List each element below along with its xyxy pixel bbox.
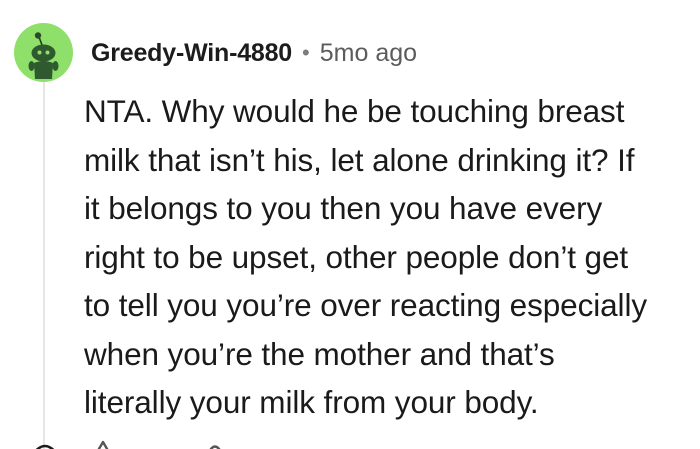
comment-line: literally your milk from your body. — [84, 384, 539, 420]
comment-line: to tell you you’re over reacting especia… — [84, 287, 647, 323]
downvote-icon[interactable] — [200, 440, 230, 449]
comment-line: when you’re the mother and that’s — [84, 335, 555, 372]
timestamp: 5mo ago — [319, 38, 418, 67]
comment-action-bar — [0, 436, 700, 449]
username-link[interactable]: Greedy-Win-4880 — [91, 39, 292, 68]
comment-line: right to be upset, other people don’t ge… — [84, 238, 629, 275]
meta-separator: • — [302, 40, 310, 65]
comment-meta: Greedy-Win-4880 • 5mo ago — [91, 36, 417, 70]
comment-line: NTA. Why would he be touching breast — [84, 93, 625, 129]
comment-line: milk that isn’t his, let alone drinking … — [84, 141, 635, 178]
thread-line[interactable] — [43, 82, 45, 449]
comment-body: NTA. Why would he be touching breast mil… — [84, 87, 696, 427]
collapse-icon[interactable] — [30, 440, 60, 449]
snoo-avatar-icon — [28, 32, 59, 79]
upvote-icon[interactable] — [88, 440, 118, 449]
user-avatar[interactable] — [14, 23, 73, 82]
comment-line: it belongs to you then you have every — [84, 190, 603, 226]
